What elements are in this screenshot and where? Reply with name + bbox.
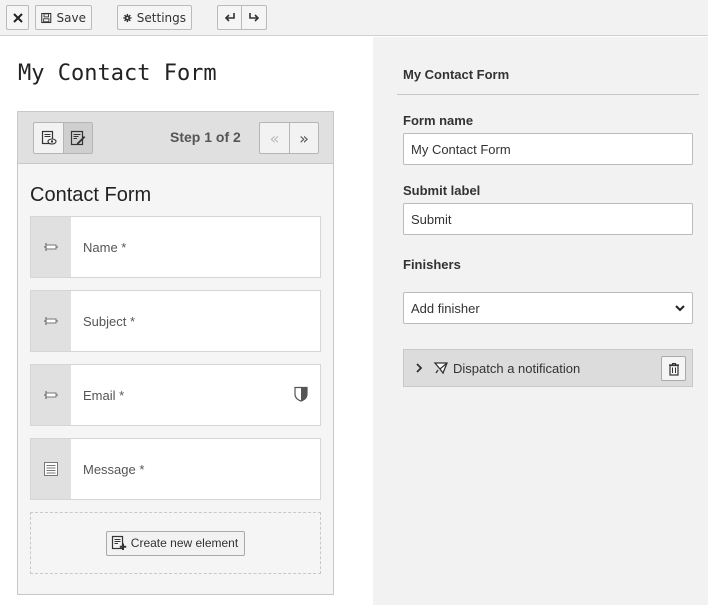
abstract-mode-button[interactable] bbox=[63, 123, 92, 153]
chevron-down-icon bbox=[675, 305, 685, 312]
edit-form-icon bbox=[70, 130, 86, 146]
form-element-subject[interactable]: Subject * bbox=[30, 290, 321, 352]
remove-finisher-button[interactable] bbox=[661, 356, 686, 381]
step-indicator: Step 1 of 2 bbox=[170, 129, 241, 145]
element-label: Message * bbox=[83, 461, 145, 477]
settings-label: Settings bbox=[136, 10, 186, 25]
previous-page-button[interactable]: « bbox=[260, 123, 289, 153]
preview-icon bbox=[41, 130, 57, 145]
form-element-message[interactable]: Message * bbox=[30, 438, 321, 500]
add-finisher-selected: Add finisher bbox=[411, 300, 480, 316]
view-mode-group bbox=[33, 122, 93, 154]
chevron-right-icon[interactable] bbox=[415, 363, 423, 373]
save-label: Save bbox=[56, 10, 86, 25]
close-icon bbox=[12, 12, 23, 23]
stage-header: Step 1 of 2 « » bbox=[18, 112, 333, 164]
element-label: Email * bbox=[83, 387, 125, 403]
inspector-title: My Contact Form bbox=[403, 67, 510, 82]
submit-label-input[interactable]: Submit bbox=[403, 203, 693, 235]
save-icon bbox=[41, 12, 52, 23]
add-element-icon bbox=[111, 535, 126, 550]
stage-area: My Contact Form Step 1 of 2 « » Contact … bbox=[0, 37, 373, 605]
form-element-email[interactable]: Email * bbox=[30, 364, 321, 426]
close-button[interactable] bbox=[6, 5, 29, 30]
text-field-icon bbox=[31, 217, 71, 277]
form-stage: Step 1 of 2 « » Contact Form Name * Subj… bbox=[17, 111, 334, 595]
page-pager: « » bbox=[259, 122, 319, 154]
create-element-dropzone: Create new element bbox=[30, 512, 321, 574]
create-new-element-label: Create new element bbox=[130, 536, 239, 550]
submit-label-label: Submit label bbox=[403, 183, 481, 198]
trash-icon bbox=[668, 362, 679, 376]
redo-icon bbox=[249, 12, 260, 22]
element-label: Subject * bbox=[83, 313, 136, 329]
text-field-icon bbox=[31, 365, 71, 425]
textarea-icon bbox=[31, 439, 71, 499]
form-element-name[interactable]: Name * bbox=[30, 216, 321, 278]
undo-icon bbox=[224, 12, 235, 22]
form-title: Contact Form bbox=[30, 184, 152, 206]
module-toolbar: Save Settings bbox=[0, 0, 708, 36]
finisher-item[interactable]: Dispatch a notification bbox=[403, 349, 693, 387]
preview-mode-button[interactable] bbox=[34, 123, 63, 153]
finishers-label: Finishers bbox=[403, 257, 461, 272]
settings-button[interactable]: Settings bbox=[117, 5, 192, 30]
next-page-button[interactable]: » bbox=[289, 123, 318, 153]
add-finisher-select[interactable]: Add finisher bbox=[403, 292, 693, 324]
form-name-label: Form name bbox=[403, 113, 474, 128]
finisher-label: Dispatch a notification bbox=[453, 360, 581, 376]
inspector-panel: My Contact Form Form name My Contact For… bbox=[373, 37, 708, 605]
page-title: My Contact Form bbox=[18, 61, 217, 86]
create-new-element-button[interactable]: Create new element bbox=[105, 530, 246, 556]
redo-button[interactable] bbox=[241, 5, 267, 30]
notification-icon bbox=[433, 362, 448, 375]
form-name-input[interactable]: My Contact Form bbox=[403, 133, 693, 165]
element-label: Name * bbox=[83, 239, 127, 255]
shield-icon bbox=[294, 386, 308, 406]
undo-button[interactable] bbox=[217, 5, 242, 30]
save-button[interactable]: Save bbox=[35, 5, 92, 30]
text-field-icon bbox=[31, 291, 71, 351]
gear-icon bbox=[123, 13, 132, 22]
inspector-divider bbox=[397, 94, 699, 95]
